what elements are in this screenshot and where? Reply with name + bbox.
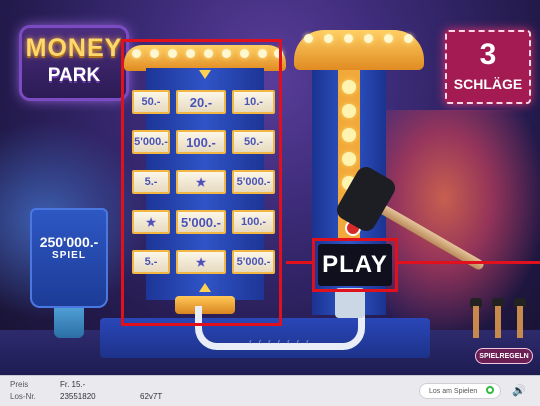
play-button[interactable]: PLAY	[318, 244, 392, 286]
light-bulb-icon	[364, 34, 373, 43]
light-bulb-icon	[384, 34, 393, 43]
ticket-number-value: 23551820	[60, 392, 96, 401]
tower-light-icon	[342, 152, 356, 166]
ticket-info-bar: Preis Fr. 15.- Los-Nr. 23551820 62v7T Lo…	[0, 375, 540, 406]
lever-rod	[473, 306, 479, 338]
top-prize-amount: 250'000.-	[39, 234, 99, 250]
logo-line-2: PARK	[47, 65, 101, 86]
highlight-connector	[398, 261, 540, 264]
tower-crown	[294, 30, 424, 70]
light-bulb-icon	[324, 34, 333, 43]
prize-stand-base	[54, 308, 84, 338]
lever-group	[470, 298, 532, 340]
tower-light-icon	[342, 104, 356, 118]
hits-label: SCHLÄGE	[453, 76, 523, 92]
lever-icon[interactable]	[514, 298, 526, 338]
ticket-code: 62v7T	[140, 392, 163, 401]
price-value: Fr. 15.-	[60, 380, 86, 389]
top-prize-stand: 250'000.- SPIEL	[30, 208, 108, 338]
ticket-number-label: Los-Nr.	[10, 392, 36, 401]
light-bulb-icon	[304, 34, 313, 43]
lever-rod	[495, 306, 501, 338]
hits-remaining-sign: 3 SCHLÄGE	[445, 30, 531, 104]
money-park-logo: MONEY PARK	[22, 28, 126, 98]
top-prize-label: SPIEL	[52, 250, 86, 261]
speaker-icon[interactable]: 🔊	[512, 384, 526, 397]
autoplay-label: Los am Spielen	[429, 387, 478, 395]
game-scene: MONEY PARK 3 SCHLÄGE 250'000.- SPIEL 50.…	[0, 0, 540, 375]
prize-column-highlight	[121, 39, 282, 326]
chevron-left-icon: ‹ ‹ ‹ ‹ ‹ ‹ ‹	[249, 336, 311, 346]
tower-light-icon	[342, 128, 356, 142]
tower-light-icon	[342, 80, 356, 94]
lever-icon[interactable]	[470, 298, 482, 338]
game-rules-button[interactable]: SPIELREGELN	[475, 348, 533, 364]
light-bulb-icon	[404, 34, 413, 43]
logo-line-1: MONEY	[25, 34, 123, 62]
light-bulb-icon	[344, 34, 353, 43]
tower-foot	[335, 288, 365, 318]
autoplay-toggle[interactable]: Los am Spielen	[419, 383, 501, 399]
lever-icon[interactable]	[492, 298, 504, 338]
price-label: Preis	[10, 380, 29, 389]
highlight-connector	[286, 261, 312, 264]
hits-count: 3	[479, 38, 497, 71]
lever-rod	[517, 306, 523, 338]
toggle-indicator-icon	[486, 386, 494, 394]
